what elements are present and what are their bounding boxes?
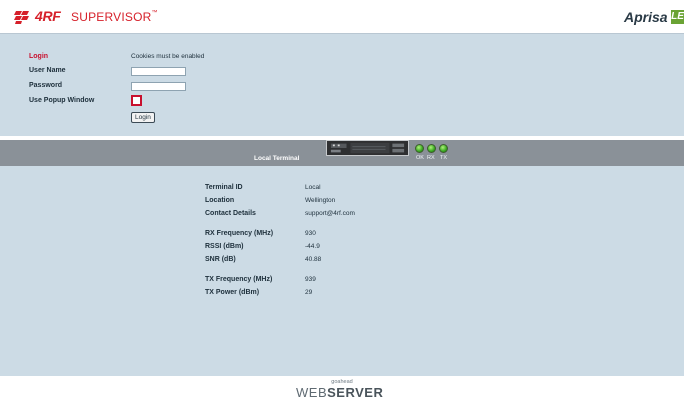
- aprisa-logo: Aprisa: [624, 9, 668, 25]
- info-value: 939: [305, 276, 316, 283]
- info-key: RSSI (dBm): [205, 243, 244, 250]
- tx-led-label: TX: [440, 155, 448, 161]
- ok-led-label: OK: [416, 155, 424, 161]
- info-value: 930: [305, 230, 316, 237]
- cookie-note: Cookies must be enabled: [131, 53, 205, 60]
- 4rf-logo-icon: [14, 11, 29, 24]
- terminal-bar-label: Local Terminal: [254, 155, 300, 162]
- info-value: -44.9: [305, 243, 320, 250]
- popup-window-label: Use Popup Window: [29, 97, 95, 104]
- footer-webserver-logo: WEBSERVER: [296, 385, 384, 400]
- ok-led-icon: [415, 144, 424, 153]
- info-key: SNR (dB): [205, 256, 236, 263]
- info-key: TX Power (dBm): [205, 289, 260, 296]
- rx-led-label: RX: [427, 155, 435, 161]
- login-panel: [0, 34, 684, 136]
- login-title: Login: [29, 53, 49, 60]
- product-name: SUPERVISOR™: [71, 10, 158, 24]
- username-input[interactable]: [131, 67, 186, 76]
- info-value: Local: [305, 184, 321, 191]
- info-key: Contact Details: [205, 210, 256, 217]
- login-button[interactable]: Login: [131, 112, 155, 123]
- rx-led-icon: [427, 144, 436, 153]
- info-key: Terminal ID: [205, 184, 243, 191]
- info-key: Location: [205, 197, 235, 204]
- username-label: User Name: [29, 67, 66, 74]
- tx-led-icon: [439, 144, 448, 153]
- popup-window-checkbox[interactable]: [131, 95, 142, 106]
- info-key: TX Frequency (MHz): [205, 276, 273, 283]
- radio-device-icon: [326, 140, 409, 156]
- brand-logo-text: 4RF: [35, 8, 61, 24]
- info-value: 40.88: [305, 256, 322, 263]
- terminal-info-panel: [0, 166, 684, 376]
- info-value: Wellington: [305, 197, 336, 204]
- password-label: Password: [29, 82, 63, 89]
- aprisa-badge: LE: [671, 10, 684, 24]
- info-value: support@4rf.com: [305, 210, 355, 217]
- info-key: RX Frequency (MHz): [205, 230, 274, 237]
- info-value: 29: [305, 289, 313, 296]
- password-input[interactable]: [131, 82, 186, 91]
